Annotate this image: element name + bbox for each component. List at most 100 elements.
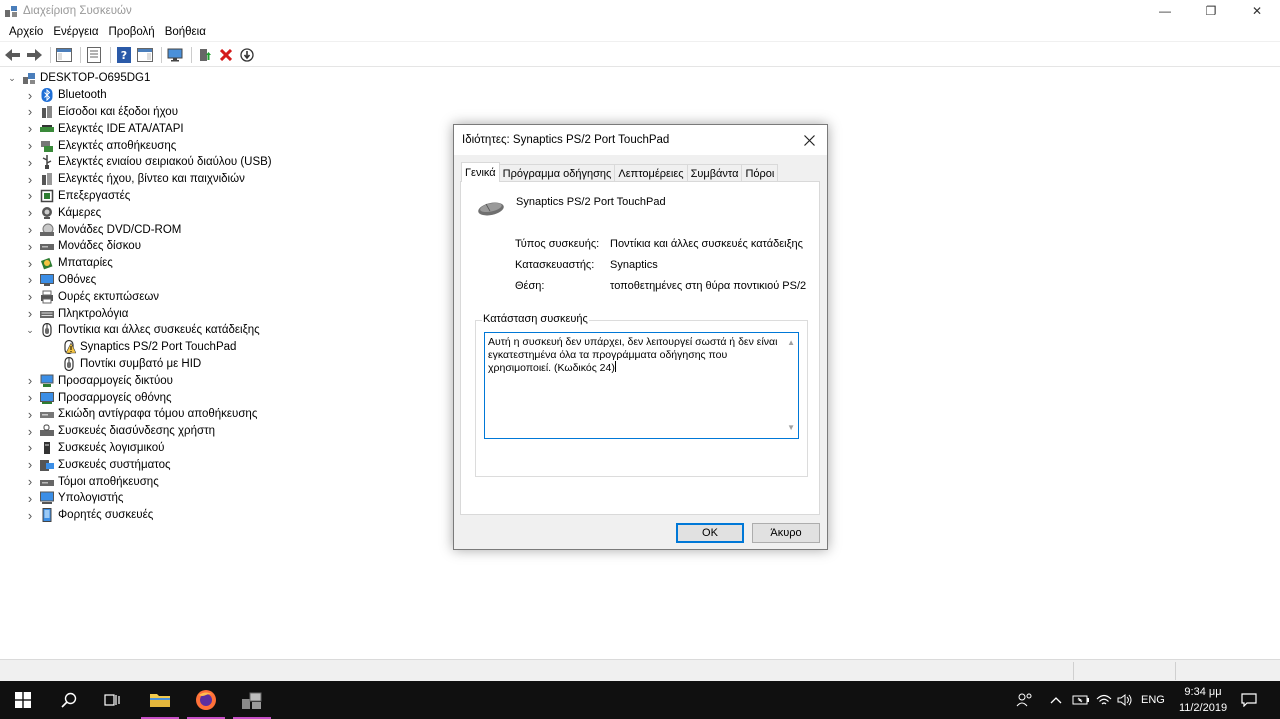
tab-details[interactable]: Λεπτομέρειες [614,164,688,182]
expand-chevron-icon[interactable]: › [24,222,36,237]
tree-category-item[interactable]: › Συσκευές λογισμικού [0,440,440,457]
tree-category-item[interactable]: › Συσκευές διασύνδεσης χρήστη [0,423,440,440]
clock[interactable]: 9:34 μμ 11/2/2019 [1172,684,1234,716]
tree-category-item[interactable]: › Ουρές εκτυπώσεων [0,288,440,305]
tree-category-item[interactable]: › Ελεγκτές ήχου, βίντεο και παιχνιδιών [0,171,440,188]
scroll-down-arrow-icon[interactable]: ▼ [787,422,795,435]
show-hidden-icons-button[interactable] [1050,681,1062,719]
tree-category-item[interactable]: › Τόμοι αποθήκευσης [0,473,440,490]
expand-chevron-icon[interactable]: › [24,272,36,287]
tree-category-item[interactable]: › Επεξεργαστές [0,188,440,205]
show-hide-console-tree-button[interactable] [55,46,73,64]
tree-category-item[interactable]: › Πληκτρολόγια [0,305,440,322]
collapse-chevron-icon[interactable]: ⌄ [24,324,36,336]
expand-chevron-icon[interactable]: › [24,407,36,422]
menu-help[interactable]: Βοήθεια [160,26,211,38]
expand-chevron-icon[interactable]: › [24,172,36,187]
expand-chevron-icon[interactable]: › [24,239,36,254]
tree-category-item[interactable]: › Προσαρμογείς δικτύου [0,372,440,389]
expand-chevron-icon[interactable]: › [24,474,36,489]
ok-button[interactable]: OK [676,523,744,543]
tab-resources[interactable]: Πόροι [741,164,779,182]
uninstall-device-button[interactable] [217,46,235,64]
expand-chevron-icon[interactable]: › [24,373,36,388]
tree-category-item[interactable]: › Είσοδοι και έξοδοι ήχου [0,104,440,121]
tree-category-item[interactable]: › Υπολογιστής [0,490,440,507]
back-button[interactable] [4,46,22,64]
properties-icon [87,46,101,63]
wifi-tray-button[interactable] [1096,681,1112,719]
portable-device-icon [40,508,54,523]
expand-chevron-icon[interactable]: › [24,88,36,103]
expand-chevron-icon[interactable]: › [24,289,36,304]
search-button[interactable] [46,681,92,719]
expand-chevron-icon[interactable]: › [24,205,36,220]
expand-chevron-icon[interactable]: › [24,508,36,523]
tab-driver[interactable]: Πρόγραμμα οδήγησης [498,164,616,182]
firefox-taskbar-button[interactable] [183,681,229,719]
tree-category-item[interactable]: › Μονάδες δίσκου [0,238,440,255]
expand-chevron-icon[interactable]: › [24,440,36,455]
tree-category-item[interactable]: › Συσκευές συστήματος [0,456,440,473]
device-status-textbox[interactable]: Αυτή η συσκευή δεν υπάρχει, δεν λειτουργ… [484,332,799,439]
tree-child-item[interactable]: Ποντίκι συμβατό με HID [0,356,440,373]
dialog-title-bar: Ιδιότητες: Synaptics PS/2 Port TouchPad [454,125,827,155]
battery-tray-button[interactable] [1072,681,1090,719]
tree-category-item[interactable]: ⌄ Ποντίκια και άλλες συσκευές κατάδειξης [0,322,440,339]
expand-chevron-icon[interactable]: › [24,121,36,136]
help-button[interactable]: ? [115,46,133,64]
start-button[interactable] [0,681,46,719]
tab-general[interactable]: Γενικά [461,162,500,182]
expand-chevron-icon[interactable]: › [24,457,36,472]
tree-child-item[interactable]: Synaptics PS/2 Port TouchPad [0,339,440,356]
tree-category-item[interactable]: › Κάμερες [0,204,440,221]
expand-chevron-icon[interactable]: › [24,256,36,271]
red-x-icon [220,48,232,61]
firefox-icon [196,690,216,710]
tree-category-item[interactable]: › Ελεγκτές IDE ATA/ATAPI [0,120,440,137]
tree-category-item[interactable]: › Οθόνες [0,272,440,289]
tree-category-item[interactable]: › Φορητές συσκευές [0,507,440,524]
close-button[interactable]: ✕ [1234,0,1280,22]
expand-chevron-icon[interactable]: › [24,424,36,439]
scroll-up-arrow-icon[interactable]: ▲ [787,337,795,350]
task-view-button[interactable] [90,681,136,719]
menu-action[interactable]: Ενέργεια [48,26,103,38]
menu-view[interactable]: Προβολή [104,26,160,38]
expand-chevron-icon[interactable]: › [24,491,36,506]
expand-chevron-icon[interactable]: › [24,155,36,170]
tree-category-item[interactable]: › Σκιώδη αντίγραφα τόμου αποθήκευσης [0,406,440,423]
minimize-button[interactable]: — [1142,0,1188,22]
collapse-chevron-icon[interactable]: ⌄ [6,72,18,84]
menu-file[interactable]: Αρχείο [4,26,48,38]
expand-chevron-icon[interactable]: › [24,138,36,153]
tree-category-item[interactable]: › Μπαταρίες [0,255,440,272]
tree-category-item[interactable]: › Ελεγκτές ενιαίου σειριακού διαύλου (USB… [0,154,440,171]
restore-button[interactable]: ❐ [1188,0,1234,22]
language-indicator[interactable]: ENG [1141,681,1165,719]
properties-button[interactable] [85,46,103,64]
disable-device-button[interactable] [238,46,256,64]
expand-chevron-icon[interactable]: › [24,104,36,119]
tab-events[interactable]: Συμβάντα [686,164,743,182]
forward-button[interactable] [25,46,43,64]
tree-category-item[interactable]: › Bluetooth [0,87,440,104]
expand-chevron-icon[interactable]: › [24,306,36,321]
action-pane-button[interactable] [136,46,154,64]
action-center-button[interactable] [1241,681,1257,719]
scan-hardware-button[interactable] [166,46,184,64]
file-explorer-taskbar-button[interactable] [137,681,183,719]
notification-icon [1241,693,1257,707]
dialog-close-button[interactable] [799,130,819,150]
tree-category-item[interactable]: › Ελεγκτές αποθήκευσης [0,137,440,154]
cancel-button[interactable]: Άκυρο [752,523,820,543]
tree-category-item[interactable]: › Προσαρμογείς οθόνης [0,389,440,406]
tree-root[interactable]: ⌄ DESKTOP-O695DG1 [0,70,440,87]
expand-chevron-icon[interactable]: › [24,188,36,203]
device-manager-taskbar-button[interactable] [229,681,275,719]
update-driver-button[interactable] [196,46,214,64]
people-button[interactable] [1016,681,1034,719]
volume-tray-button[interactable] [1117,681,1133,719]
tree-category-item[interactable]: › Μονάδες DVD/CD-ROM [0,221,440,238]
expand-chevron-icon[interactable]: › [24,390,36,405]
